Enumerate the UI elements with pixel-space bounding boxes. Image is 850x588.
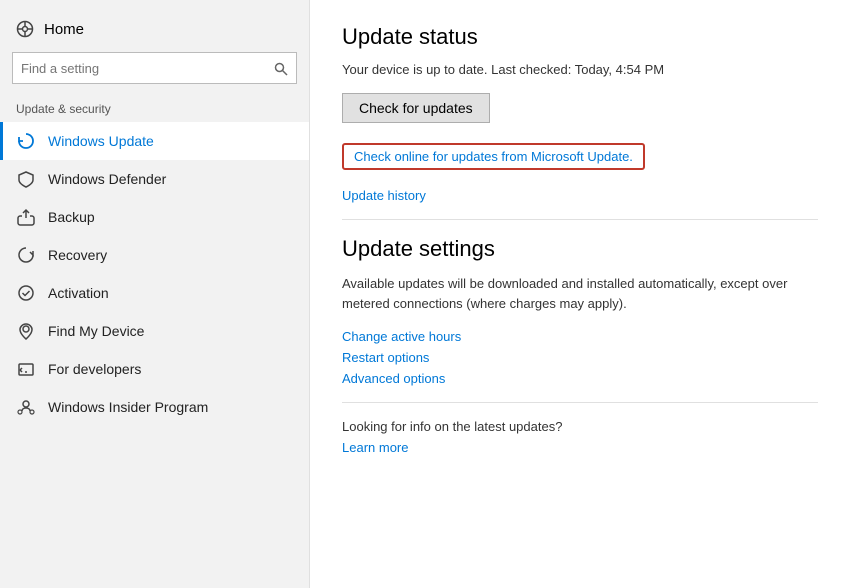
- backup-icon: [16, 208, 36, 226]
- sidebar-item-recovery[interactable]: Recovery: [0, 236, 309, 274]
- sidebar-item-label: Windows Defender: [48, 171, 166, 187]
- learn-more-link[interactable]: Learn more: [342, 440, 818, 455]
- sidebar-home-item[interactable]: Home: [0, 12, 309, 52]
- sidebar-item-for-developers[interactable]: For developers: [0, 350, 309, 388]
- home-label: Home: [44, 21, 84, 38]
- sidebar-item-label: Recovery: [48, 247, 107, 263]
- update-settings-title: Update settings: [342, 236, 818, 262]
- settings-description: Available updates will be downloaded and…: [342, 274, 818, 313]
- developer-icon: [16, 360, 36, 378]
- sidebar-item-windows-update[interactable]: Windows Update: [0, 122, 309, 160]
- sidebar-item-windows-insider[interactable]: Windows Insider Program: [0, 388, 309, 426]
- activation-icon: [16, 284, 36, 302]
- sidebar-item-label: For developers: [48, 361, 141, 377]
- divider2: [342, 402, 818, 403]
- sidebar-item-label: Find My Device: [48, 323, 144, 339]
- change-active-hours-link[interactable]: Change active hours: [342, 329, 818, 344]
- main-content: Update status Your device is up to date.…: [310, 0, 850, 588]
- advanced-options-link[interactable]: Advanced options: [342, 371, 818, 386]
- check-updates-button[interactable]: Check for updates: [342, 93, 490, 123]
- restart-options-link[interactable]: Restart options: [342, 350, 818, 365]
- sidebar-item-label: Windows Update: [48, 133, 154, 149]
- update-status-title: Update status: [342, 24, 818, 50]
- shield-icon: [16, 170, 36, 188]
- sidebar-item-find-my-device[interactable]: Find My Device: [0, 312, 309, 350]
- sidebar-group-label: Update & security: [0, 98, 309, 122]
- update-history-link[interactable]: Update history: [342, 188, 818, 203]
- looking-text: Looking for info on the latest updates?: [342, 419, 818, 434]
- divider: [342, 219, 818, 220]
- sidebar: Home Update & security Windows Update: [0, 0, 310, 588]
- search-input[interactable]: [21, 61, 274, 76]
- ms-update-link[interactable]: Check online for updates from Microsoft …: [342, 143, 645, 170]
- recovery-icon: [16, 246, 36, 264]
- sidebar-item-activation[interactable]: Activation: [0, 274, 309, 312]
- search-box[interactable]: [12, 52, 297, 84]
- sidebar-item-windows-defender[interactable]: Windows Defender: [0, 160, 309, 198]
- status-text: Your device is up to date. Last checked:…: [342, 62, 818, 77]
- sidebar-item-label: Backup: [48, 209, 95, 225]
- windows-update-icon: [16, 132, 36, 150]
- search-icon: [274, 60, 288, 76]
- find-device-icon: [16, 322, 36, 340]
- home-icon: [16, 20, 34, 38]
- sidebar-item-label: Windows Insider Program: [48, 399, 208, 415]
- sidebar-item-label: Activation: [48, 285, 109, 301]
- insider-icon: [16, 398, 36, 416]
- sidebar-item-backup[interactable]: Backup: [0, 198, 309, 236]
